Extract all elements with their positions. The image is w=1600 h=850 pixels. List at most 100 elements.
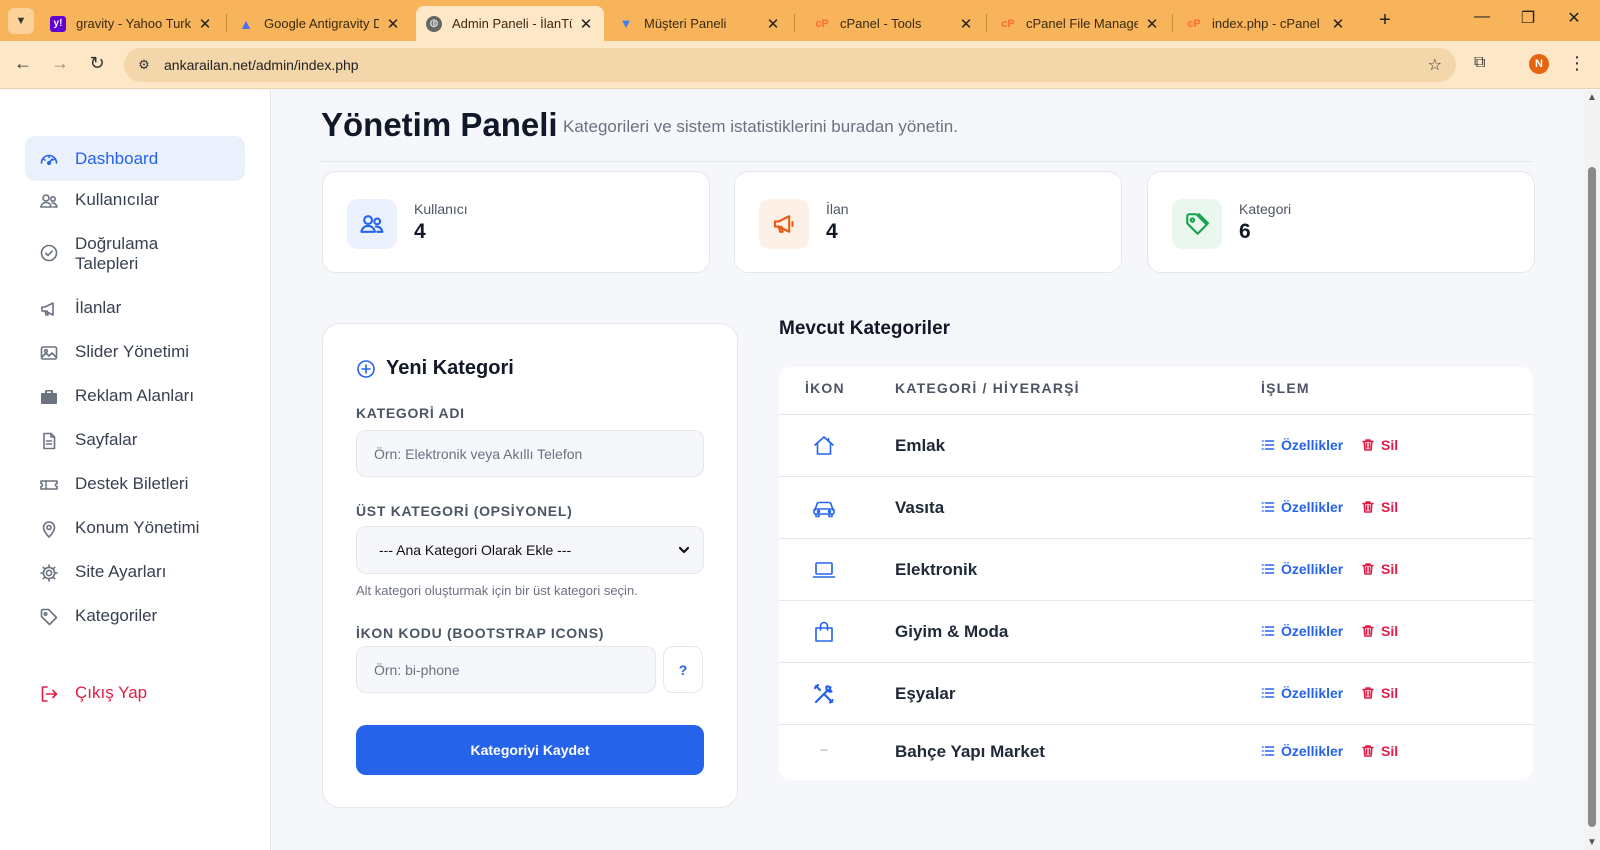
close-tab-icon[interactable]: ✕ <box>385 15 401 33</box>
sidebar-item-dashboard[interactable]: Dashboard <box>25 136 245 181</box>
tab-search-button[interactable]: ▼ <box>8 8 34 34</box>
url-text[interactable]: ankarailan.net/admin/index.php <box>164 57 359 73</box>
sidebar-item-categories[interactable]: Kategoriler <box>25 606 245 627</box>
parent-category-hint: Alt kategori oluşturmak için bir üst kat… <box>356 583 638 598</box>
reload-icon[interactable]: ↻ <box>85 53 109 74</box>
parent-category-select[interactable]: --- Ana Kategori Olarak Ekle --- <box>356 526 704 574</box>
chevron-down-icon: ▼ <box>15 15 27 27</box>
categories-title: Mevcut Kategoriler <box>779 318 951 339</box>
sidebar-item-pages[interactable]: Sayfalar <box>25 430 245 451</box>
table-row: Giyim & Moda Özellikler Sil <box>779 601 1533 663</box>
site-info-icon[interactable]: ⚙ <box>134 57 154 73</box>
people-icon <box>359 211 385 237</box>
list-icon <box>1261 624 1275 638</box>
stat-label: İlan <box>826 201 849 217</box>
page-scrollbar[interactable]: ▲ ▼ <box>1584 90 1600 850</box>
profile-avatar[interactable]: N <box>1529 54 1549 74</box>
column-header-action: İŞLEM <box>1261 380 1310 396</box>
globe-icon: ◍ <box>426 15 442 32</box>
stat-card-users: Kullanıcı 4 <box>322 171 710 273</box>
table-row: Emlak Özellikler Sil <box>779 415 1533 477</box>
features-link[interactable]: Özellikler <box>1261 743 1343 759</box>
browser-tab[interactable]: y! gravity - Yahoo Turkey ✕ <box>40 6 223 41</box>
icon-code-input[interactable] <box>356 646 656 693</box>
delete-link[interactable]: Sil <box>1361 499 1398 515</box>
sidebar: Dashboard Kullanıcılar Doğrulama Taleple… <box>0 90 271 850</box>
cpanel-icon: cP <box>815 17 829 30</box>
new-category-form: Yeni Kategori KATEGORİ ADI ÜST KATEGORİ … <box>322 323 738 808</box>
delete-link[interactable]: Sil <box>1361 561 1398 577</box>
stat-value: 4 <box>826 220 838 243</box>
logout-icon <box>39 684 59 704</box>
features-link[interactable]: Özellikler <box>1261 623 1343 639</box>
table-row: Vasıta Özellikler Sil <box>779 477 1533 539</box>
browser-tab[interactable]: cP index.php - cPanel File ✕ <box>1176 6 1356 41</box>
close-tab-icon[interactable]: ✕ <box>958 15 974 33</box>
close-tab-icon[interactable]: ✕ <box>197 15 213 33</box>
minimize-icon[interactable]: — <box>1467 8 1497 26</box>
browser-tab[interactable]: cP cPanel - Tools ✕ <box>804 6 984 41</box>
save-category-button[interactable]: Kategoriyi Kaydet <box>356 725 704 775</box>
list-icon <box>1261 438 1275 452</box>
bookmark-star-icon[interactable]: ☆ <box>1428 55 1442 75</box>
people-icon <box>39 191 59 211</box>
browser-tab[interactable]: ▲ Google Antigravity Docs ✕ <box>228 6 411 41</box>
back-icon[interactable]: ← <box>11 53 35 74</box>
column-header-icon: İKON <box>805 380 845 396</box>
images-icon <box>39 343 59 363</box>
sidebar-item-site-settings[interactable]: Site Ayarları <box>25 562 245 583</box>
features-link[interactable]: Özellikler <box>1261 499 1343 515</box>
sidebar-item-ad-spaces[interactable]: Reklam Alanları <box>25 386 245 407</box>
category-name-input[interactable] <box>356 430 704 477</box>
icon-help-button[interactable]: ? <box>663 646 703 693</box>
close-tab-icon[interactable]: ✕ <box>1144 15 1160 33</box>
close-window-icon[interactable]: ✕ <box>1559 8 1589 28</box>
table-row: Bahçe Yapı Market Özellikler Sil <box>779 725 1533 780</box>
scroll-down-icon[interactable]: ▼ <box>1587 837 1597 848</box>
tag-icon <box>39 607 59 627</box>
logout-link[interactable]: Çıkış Yap <box>25 683 245 704</box>
close-tab-icon[interactable]: ✕ <box>765 15 781 33</box>
column-header-category: KATEGORİ / HİYERARŞİ <box>895 380 1080 396</box>
browser-tab[interactable]: ▼ Müşteri Paneli ✕ <box>608 6 791 41</box>
sidebar-item-support-tickets[interactable]: Destek Biletleri <box>25 474 245 495</box>
features-link[interactable]: Özellikler <box>1261 437 1343 453</box>
sidebar-item-users[interactable]: Kullanıcılar <box>25 190 245 211</box>
trash-icon <box>1361 562 1375 576</box>
restore-icon[interactable]: ❐ <box>1513 8 1543 28</box>
stat-card-categories: Kategori 6 <box>1147 171 1535 273</box>
forward-icon[interactable]: → <box>48 53 72 74</box>
page-header: Yönetim Paneli Kategorileri ve sistem is… <box>321 90 1533 162</box>
file-icon <box>39 431 59 451</box>
sidebar-item-listings[interactable]: İlanlar <box>25 298 245 319</box>
scrollbar-thumb[interactable] <box>1588 167 1596 827</box>
browser-tab-active[interactable]: ◍ Admin Paneli - İlanTürk ✕ <box>416 6 604 41</box>
address-bar[interactable]: ⚙ ankarailan.net/admin/index.php ☆ <box>124 48 1456 82</box>
table-row: Eşyalar Özellikler Sil <box>779 663 1533 725</box>
plus-circle-icon <box>356 359 376 379</box>
delete-link[interactable]: Sil <box>1361 743 1398 759</box>
sidebar-item-slider-management[interactable]: Slider Yönetimi <box>25 342 245 363</box>
extensions-icon[interactable]: ⧉ <box>1474 54 1485 72</box>
browser-menu-icon[interactable]: ⋮ <box>1568 53 1586 74</box>
browser-tab[interactable]: cP cPanel File Manager v3 ✕ <box>990 6 1170 41</box>
sidebar-item-verification-requests[interactable]: Doğrulama Talepleri <box>25 234 245 274</box>
delete-link[interactable]: Sil <box>1361 685 1398 701</box>
form-title: Yeni Kategori <box>356 357 514 380</box>
close-tab-icon[interactable]: ✕ <box>578 15 594 33</box>
features-link[interactable]: Özellikler <box>1261 561 1343 577</box>
delete-link[interactable]: Sil <box>1361 623 1398 639</box>
sidebar-item-location-management[interactable]: Konum Yönetimi <box>25 518 245 539</box>
delete-link[interactable]: Sil <box>1361 437 1398 453</box>
close-tab-icon[interactable]: ✕ <box>1330 15 1346 33</box>
tools-icon <box>811 681 837 707</box>
scroll-up-icon[interactable]: ▲ <box>1587 92 1597 103</box>
category-name-label: KATEGORİ ADI <box>356 405 465 421</box>
categories-table: İKON KATEGORİ / HİYERARŞİ İŞLEM Emlak Öz… <box>779 367 1533 780</box>
new-tab-icon[interactable]: + <box>1374 9 1396 32</box>
list-icon <box>1261 686 1275 700</box>
chevron-down-icon <box>677 543 691 557</box>
briefcase-icon <box>39 387 59 407</box>
tags-icon <box>1184 211 1210 237</box>
features-link[interactable]: Özellikler <box>1261 685 1343 701</box>
